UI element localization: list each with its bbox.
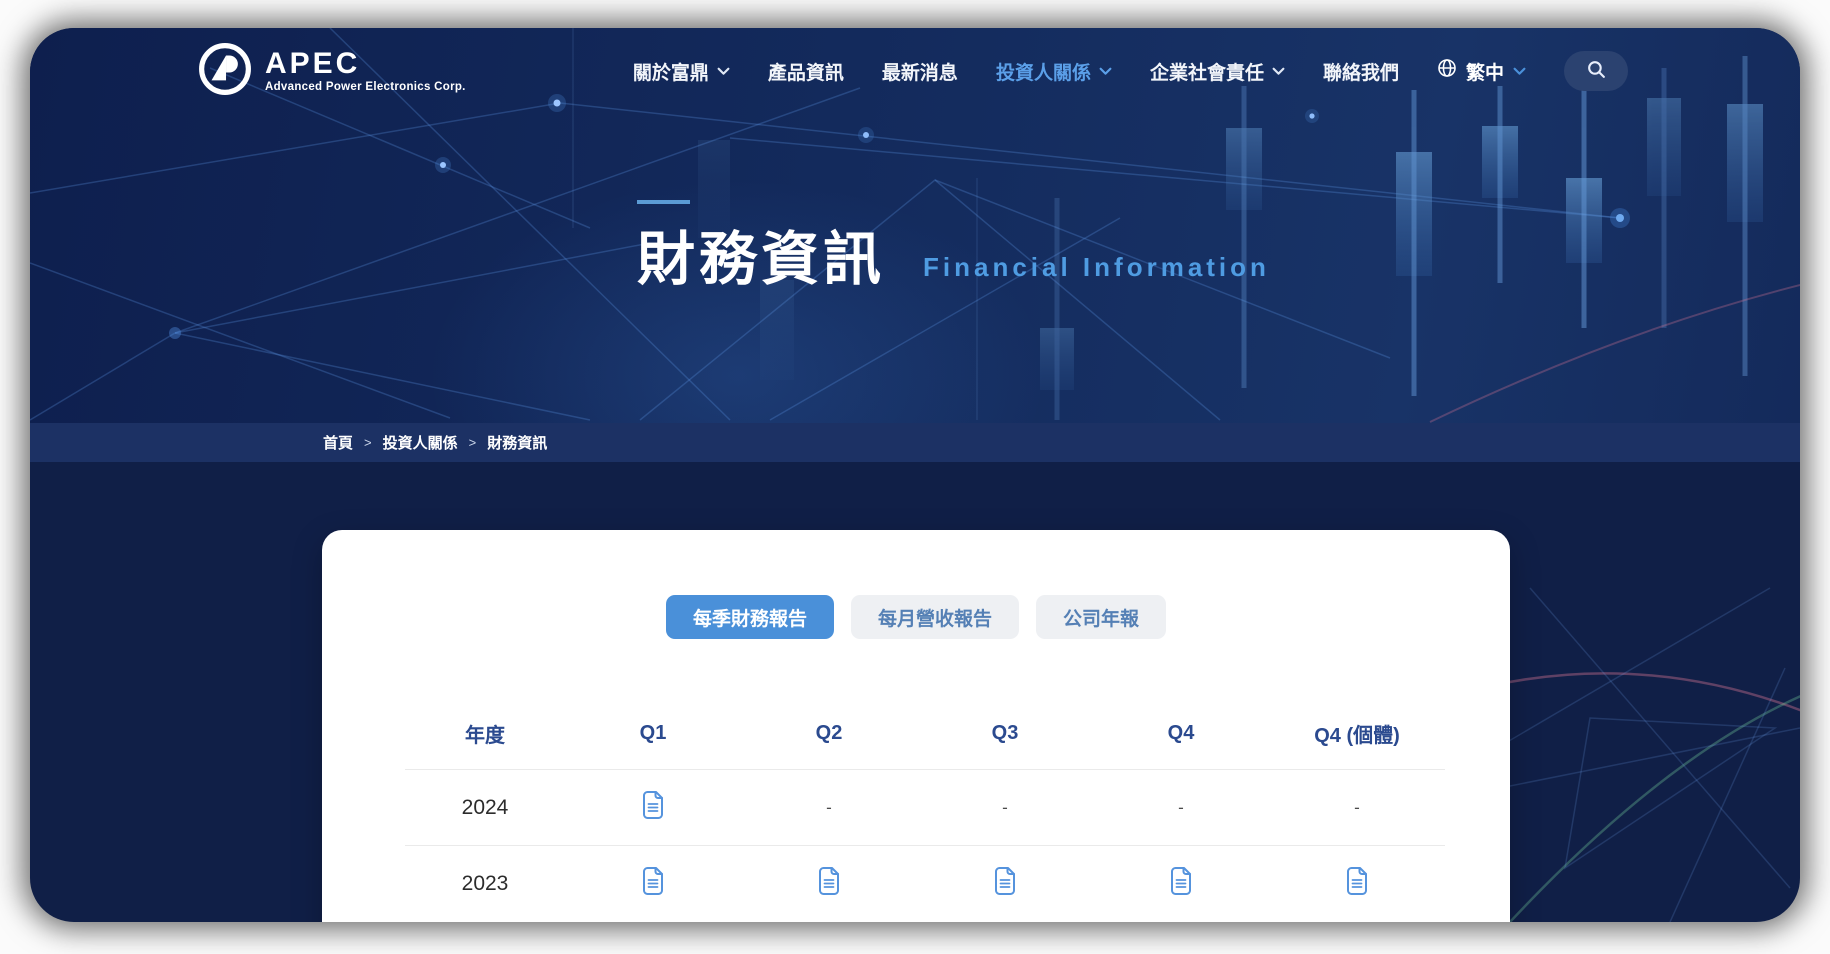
report-link-2023-q4[interactable]	[1169, 866, 1193, 901]
nav-item-products[interactable]: 產品資訊	[768, 58, 844, 85]
document-icon	[1169, 866, 1193, 901]
column-header-q4: Q4	[1093, 722, 1269, 745]
breadcrumb-home[interactable]: 首頁	[323, 432, 353, 453]
page-subtitle: Financial Information	[923, 252, 1270, 292]
nav-item-label: 最新消息	[882, 58, 958, 85]
chevron-down-icon	[717, 60, 730, 82]
breadcrumb-current: 財務資訊	[487, 432, 547, 453]
column-header-q2: Q2	[741, 722, 917, 745]
report-link-2024-q1[interactable]	[641, 790, 665, 825]
report-link-2023-q3[interactable]	[993, 866, 1017, 901]
column-header-q3: Q3	[917, 722, 1093, 745]
reports-table: 年度 Q1 Q2 Q3 Q4 Q4 (個體) 2024	[405, 713, 1445, 921]
report-link-2023-q2[interactable]	[817, 866, 841, 901]
magnifier-icon	[1586, 59, 1607, 83]
nav-item-label: 關於富鼎	[633, 58, 709, 85]
hero-accent-line	[637, 200, 690, 204]
report-link-2023-q4-standalone[interactable]	[1345, 866, 1369, 901]
chevron-down-icon	[1272, 60, 1285, 82]
language-selector[interactable]: 繁中	[1437, 58, 1526, 85]
document-icon	[817, 866, 841, 901]
page-frame: APEC Advanced Power Electronics Corp. 關於…	[30, 28, 1800, 922]
nav-item-csr[interactable]: 企業社會責任	[1150, 58, 1285, 85]
nav-item-contact[interactable]: 聯絡我們	[1323, 58, 1399, 85]
report-link-2023-q1[interactable]	[641, 866, 665, 901]
column-header-q4-standalone: Q4 (個體)	[1269, 719, 1445, 748]
brand-logo[interactable]: APEC Advanced Power Electronics Corp.	[198, 42, 466, 101]
chevron-down-icon	[1513, 60, 1526, 82]
table-row-2023: 2023	[405, 845, 1445, 921]
apec-logo-icon	[198, 42, 252, 101]
year-label: 2023	[405, 872, 565, 896]
page-title: 財務資訊	[637, 228, 885, 292]
table-header-row: 年度 Q1 Q2 Q3 Q4 Q4 (個體)	[405, 713, 1445, 753]
globe-icon	[1437, 58, 1457, 84]
empty-report-cell: -	[741, 798, 917, 818]
column-header-q1: Q1	[565, 722, 741, 745]
top-nav: APEC Advanced Power Electronics Corp. 關於…	[30, 28, 1800, 108]
brand-name: APEC	[265, 49, 466, 79]
tab-quarterly-reports[interactable]: 每季財務報告	[666, 595, 834, 639]
hero-title-block: 財務資訊 Financial Information	[637, 228, 1270, 292]
empty-report-cell: -	[1093, 798, 1269, 818]
chevron-down-icon	[1099, 60, 1112, 82]
table-row-2024: 2024 - - - -	[405, 769, 1445, 845]
nav-item-about[interactable]: 關於富鼎	[633, 58, 730, 85]
breadcrumb-investor-relations[interactable]: 投資人關係	[383, 432, 458, 453]
language-label: 繁中	[1466, 58, 1504, 85]
document-icon	[641, 866, 665, 901]
empty-report-cell: -	[917, 798, 1093, 818]
tab-annual-report[interactable]: 公司年報	[1036, 595, 1166, 639]
nav-item-news[interactable]: 最新消息	[882, 58, 958, 85]
nav-item-label: 投資人關係	[996, 58, 1091, 85]
brand-tagline: Advanced Power Electronics Corp.	[265, 81, 466, 93]
report-tabs: 每季財務報告 每月營收報告 公司年報	[322, 595, 1510, 639]
breadcrumb-separator: >	[469, 435, 477, 450]
breadcrumb: 首頁 > 投資人關係 > 財務資訊	[30, 423, 1800, 462]
nav-item-label: 企業社會責任	[1150, 58, 1264, 85]
search-button[interactable]	[1564, 51, 1628, 91]
document-icon	[993, 866, 1017, 901]
tab-monthly-revenue[interactable]: 每月營收報告	[851, 595, 1019, 639]
empty-report-cell: -	[1269, 798, 1445, 818]
document-icon	[1345, 866, 1369, 901]
column-header-year: 年度	[405, 719, 565, 748]
nav-item-investor-relations[interactable]: 投資人關係	[996, 58, 1112, 85]
reports-card: 每季財務報告 每月營收報告 公司年報 年度 Q1 Q2 Q3 Q4 Q4 (個體…	[322, 530, 1510, 922]
document-icon	[641, 790, 665, 825]
year-label: 2024	[405, 796, 565, 820]
nav-item-label: 聯絡我們	[1323, 58, 1399, 85]
main-menu: 關於富鼎 產品資訊 最新消息 投資人關係 企業社會責任 聯絡我們	[633, 51, 1628, 91]
nav-item-label: 產品資訊	[768, 58, 844, 85]
breadcrumb-separator: >	[364, 435, 372, 450]
